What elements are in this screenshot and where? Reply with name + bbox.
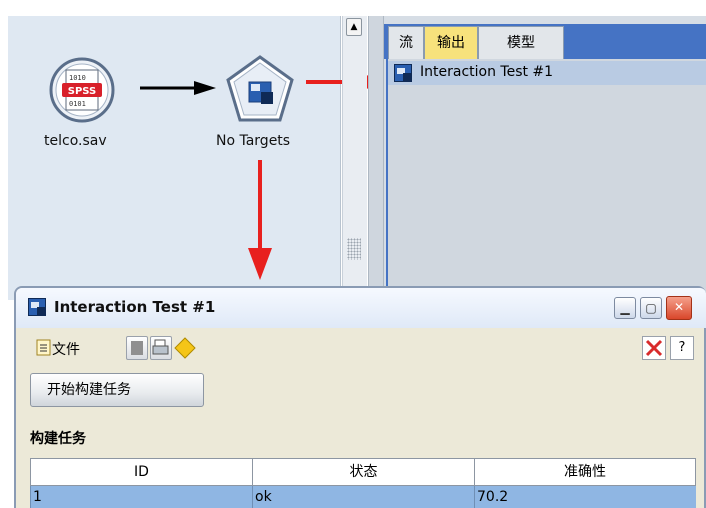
file-menu-icon (36, 339, 51, 356)
stream-connection-arrow (140, 81, 216, 95)
tab-streams[interactable]: 流 (388, 26, 424, 59)
node-label-model: No Targets (216, 133, 291, 149)
left-edge (0, 16, 8, 300)
spss-data-file-icon[interactable]: 1010 0101 SPSS (48, 56, 116, 124)
column-header-accuracy[interactable]: 准确性 (474, 458, 696, 486)
print-icon[interactable] (150, 336, 172, 360)
file-menu[interactable]: 文件 (36, 338, 80, 362)
window-app-icon (28, 298, 46, 316)
output-window-icon (394, 64, 412, 82)
column-header-status[interactable]: 状态 (252, 458, 474, 486)
help-icon[interactable]: ? (670, 336, 694, 360)
svg-text:0101: 0101 (69, 100, 86, 108)
export-diamond-icon[interactable] (174, 336, 196, 360)
window-title: Interaction Test #1 (54, 298, 216, 316)
svg-text:SPSS: SPSS (68, 86, 97, 97)
panel-splitter[interactable] (368, 16, 384, 300)
file-menu-label: 文件 (52, 342, 80, 358)
tab-models[interactable]: 模型 (478, 26, 564, 59)
tab-outputs[interactable]: 输出 (424, 26, 478, 59)
splitter-grip[interactable] (347, 238, 361, 260)
copy-icon[interactable] (126, 336, 148, 360)
close-icon[interactable]: ✕ (666, 296, 692, 320)
output-item-label: Interaction Test #1 (420, 64, 554, 80)
node-label-data-source: telco.sav (44, 133, 107, 149)
maximize-icon[interactable]: ▢ (640, 297, 662, 319)
start-build-task-button[interactable]: 开始构建任务 (30, 373, 204, 407)
table-cell-accuracy: 70.2 (474, 486, 696, 508)
annotation-arrow-down (248, 160, 272, 280)
window-toolbar (22, 332, 702, 368)
output-list (386, 59, 706, 300)
table-cell-status: ok (252, 486, 474, 508)
interaction-model-node-icon[interactable] (224, 54, 296, 126)
minimize-icon[interactable]: ▁ (614, 297, 636, 319)
column-header-id[interactable]: ID (30, 458, 252, 486)
scroll-up-arrow-icon[interactable]: ▲ (346, 18, 362, 36)
svg-text:1010: 1010 (69, 74, 86, 82)
section-title: 构建任务 (30, 431, 86, 447)
top-edge (0, 0, 706, 16)
delete-x-icon[interactable] (642, 336, 666, 360)
table-cell-id: 1 (30, 486, 252, 508)
